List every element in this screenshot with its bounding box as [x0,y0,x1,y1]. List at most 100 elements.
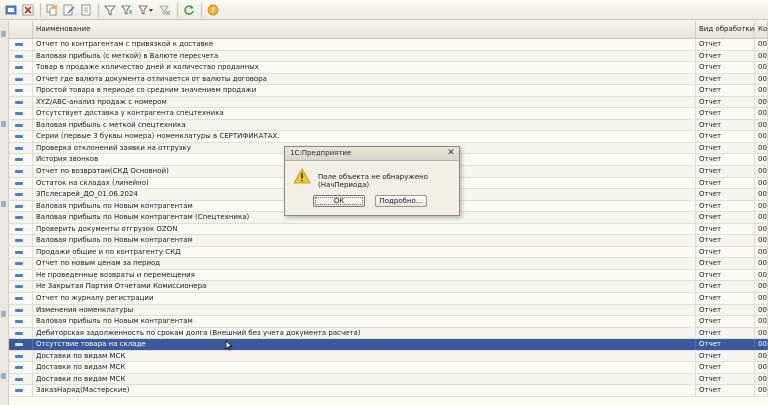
cell-code[interactable]: 00 [755,108,768,120]
ok-button[interactable]: ОК [313,195,365,207]
cell-type[interactable]: Отчет [696,131,755,143]
table-row[interactable]: Изменения номенклатуры Отчет 00 [9,304,768,317]
cell-type[interactable]: Отчет [696,327,755,339]
table-row[interactable]: Товар в продаже количество дней и количе… [9,62,768,74]
cell-code[interactable]: 00 [755,154,768,166]
row-icon-cell[interactable] [9,258,33,270]
cell-code[interactable]: 00 [755,73,768,85]
cell-code[interactable]: 00 [755,223,768,235]
column-header-type[interactable]: Вид обработки [696,21,755,38]
cell-type[interactable]: Отчет [696,96,755,108]
table-row[interactable]: Доставки по видам МСК Отчет 00 [9,362,768,374]
row-icon-cell[interactable] [9,339,33,351]
help-icon[interactable]: ? [206,3,220,17]
row-icon-cell[interactable] [9,96,33,108]
row-icon-cell[interactable] [9,189,33,201]
table-row[interactable]: Валовая прибыль по Новым контрагентам Отч… [9,316,768,328]
cell-type[interactable]: Отчет [696,189,755,201]
row-icon-cell[interactable] [9,62,33,74]
table-row[interactable]: Валовая прибыль (с меткой) в Валюте пере… [9,50,768,63]
row-icon-cell[interactable] [9,85,33,97]
row-icon-cell[interactable] [9,327,33,339]
cell-code[interactable]: 00 [755,212,768,224]
cell-code[interactable]: 00 [755,142,768,154]
cell-type[interactable]: Отчет [696,73,755,85]
cell-name[interactable]: Валовая прибыль (с меткой) в Валюте пере… [33,50,696,62]
cell-name[interactable]: Серии (первые 3 буквы номера) номенклату… [33,131,696,143]
cell-name[interactable]: Доставки по видам МСК [33,362,696,374]
row-icon-cell[interactable] [9,293,33,305]
cell-code[interactable]: 00 [755,327,768,339]
cell-code[interactable]: 00 [755,246,768,258]
row-icon-cell[interactable] [9,50,33,62]
table-row[interactable]: Отчет где валюта документа отличается от… [9,73,768,86]
row-icon-cell[interactable] [9,73,33,85]
cell-code[interactable]: 00 [755,119,768,131]
filter-icon[interactable] [103,3,117,17]
cell-code[interactable]: 00 [755,235,768,247]
column-header-icon[interactable] [9,21,33,38]
cell-name[interactable]: Отчет по контрагентам с привязкой к дост… [33,39,696,50]
cell-type[interactable]: Отчет [696,316,755,328]
table-row[interactable]: Отсутствует доставка у контрагента спецт… [9,108,768,120]
row-icon-cell[interactable] [9,131,33,143]
cell-type[interactable]: Отчет [696,177,755,189]
new-icon[interactable] [79,3,93,17]
table-row[interactable]: Отчет по новым ценам за период Отчет 00 [9,258,768,270]
row-icon-cell[interactable] [9,385,33,397]
row-icon-cell[interactable] [9,316,33,328]
refresh-icon[interactable] [182,3,196,17]
row-icon-cell[interactable] [9,304,33,316]
cell-name[interactable]: Дебиторская задолженность по срокам долг… [33,327,696,339]
cell-type[interactable]: Отчет [696,385,755,397]
cell-type[interactable]: Отчет [696,339,755,351]
cell-name[interactable]: Проверить документы отгрузок OZON [33,223,696,235]
row-icon-cell[interactable] [9,281,33,293]
cell-name[interactable]: ЗаказНаряд(Мастерские) [33,385,696,397]
row-icon-cell[interactable] [9,235,33,247]
table-row[interactable]: Валовая прибыль с меткой спецтехника Отче… [9,119,768,132]
cell-type[interactable]: Отчет [696,154,755,166]
cell-name[interactable]: Валовая прибыль по Новым контрагентам [33,316,696,328]
cell-name[interactable]: Отчет по новым ценам за период [33,258,696,270]
table-row[interactable]: Не Закрытая Партия Отчетами Комиссионера… [9,281,768,294]
row-icon-cell[interactable] [9,39,33,50]
cell-type[interactable]: Отчет [696,200,755,212]
cell-type[interactable]: Отчет [696,362,755,374]
cell-code[interactable]: 00 [755,131,768,143]
dialog-title-bar[interactable]: 1С:Предприятие ✕ [285,147,459,161]
cell-code[interactable]: 00 [755,85,768,97]
cell-code[interactable]: 00 [755,316,768,328]
cell-type[interactable]: Отчет [696,212,755,224]
table-row[interactable]: Проверить документы отгрузок OZON Отчет 00 [9,223,768,236]
row-icon-cell[interactable] [9,269,33,281]
row-icon-cell[interactable] [9,166,33,178]
column-header-name[interactable]: Наименование [33,21,696,38]
cell-name[interactable]: Изменения номенклатуры [33,304,696,316]
delete-icon[interactable] [21,3,35,17]
row-icon-cell[interactable] [9,142,33,154]
cell-type[interactable]: Отчет [696,142,755,154]
table-row[interactable]: Продажи общие и по контрагенту СКД Отчет 0… [9,246,768,259]
cell-code[interactable]: 00 [755,96,768,108]
cell-type[interactable]: Отчет [696,235,755,247]
table-row[interactable]: Доставки по видам МСК Отчет 00 [9,373,768,386]
cell-name[interactable]: Простой товара в периоде со средним знач… [33,85,696,97]
table-row[interactable]: Отсутствие товара на складе Отчет 00 [9,339,768,351]
cell-name[interactable]: Не проведенные возвраты и перемещения [33,269,696,281]
column-header-code[interactable]: Ко [755,21,768,38]
table-row[interactable]: Доставки по видам МСК Отчет 00 [9,350,768,363]
row-icon-cell[interactable] [9,362,33,374]
cell-type[interactable]: Отчет [696,62,755,74]
cell-type[interactable]: Отчет [696,269,755,281]
cell-type[interactable]: Отчет [696,108,755,120]
cell-type[interactable]: Отчет [696,119,755,131]
cell-type[interactable]: Отчет [696,281,755,293]
cell-code[interactable]: 00 [755,339,768,351]
cell-code[interactable]: 00 [755,50,768,62]
cell-name[interactable]: Доставки по видам МСК [33,373,696,385]
cell-type[interactable]: Отчет [696,350,755,362]
cell-name[interactable]: Отсутствует доставка у контрагента спецт… [33,108,696,120]
cell-code[interactable]: 00 [755,350,768,362]
copy-icon[interactable] [45,3,59,17]
